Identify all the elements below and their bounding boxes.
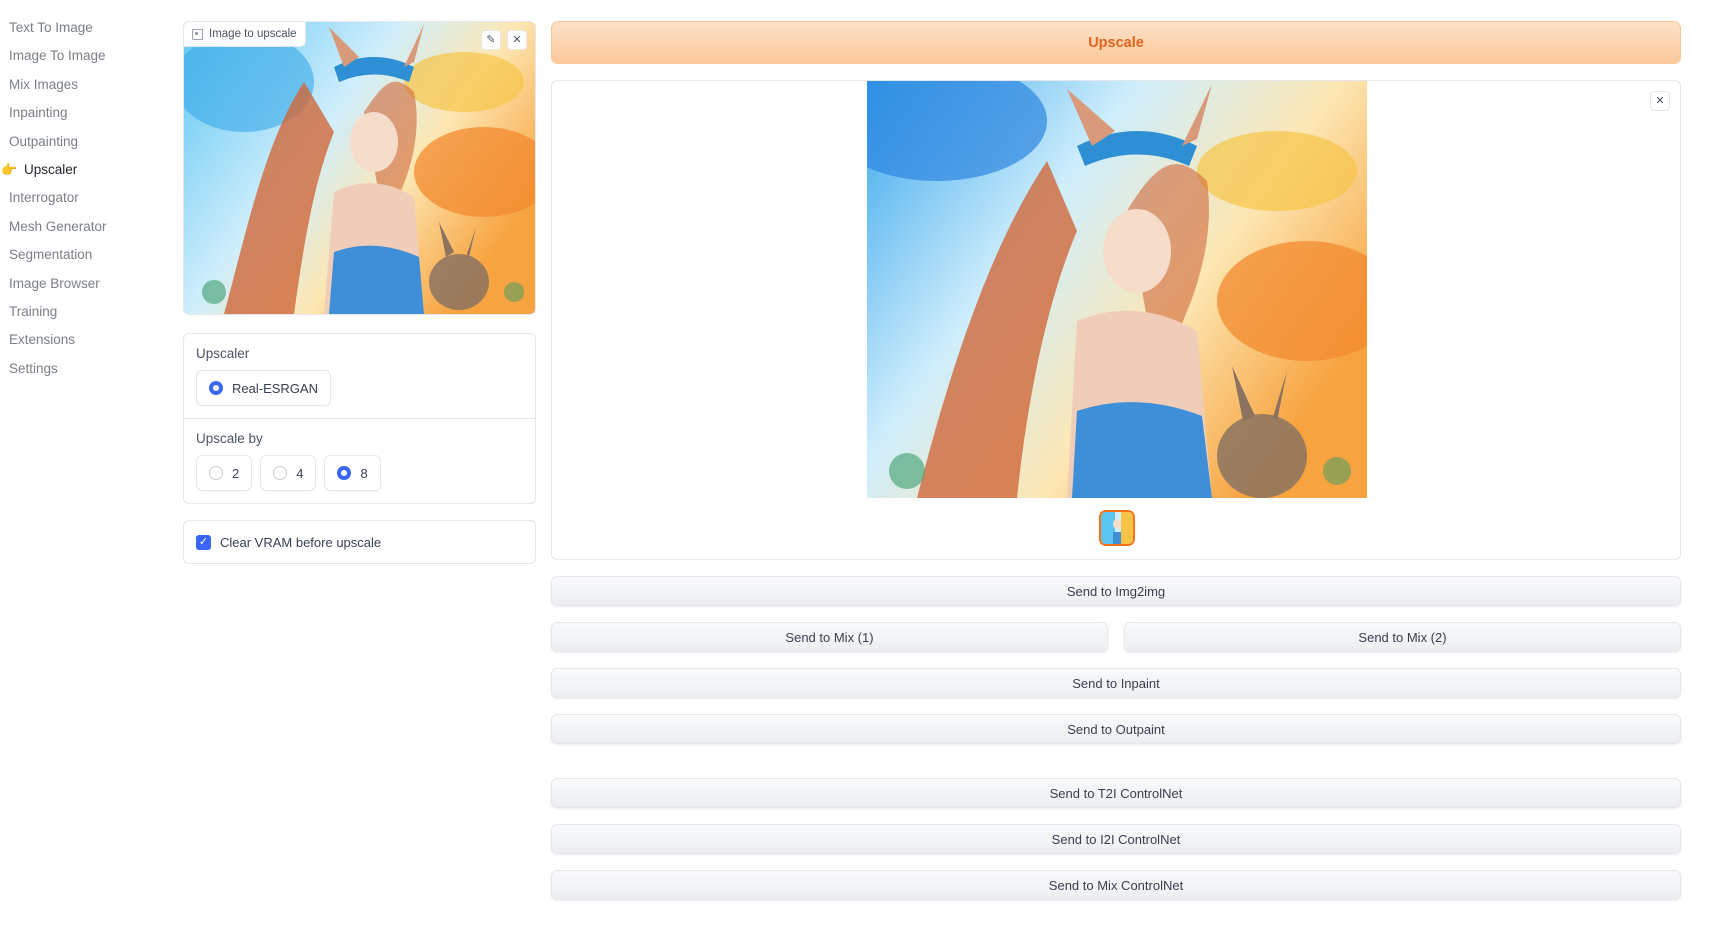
- sidebar-item-label: Training: [9, 303, 58, 319]
- sidebar-item-interrogator[interactable]: Interrogator: [0, 184, 150, 212]
- radio-unselected-icon: [273, 466, 288, 480]
- image-input-dropzone[interactable]: Image to upscale ✎ ✕: [183, 21, 536, 315]
- send-to-mix-row: Send to Mix (1) Send to Mix (2): [551, 622, 1681, 652]
- upscale-by-section: Upscale by 2 4 8: [184, 418, 535, 503]
- sidebar-item-label: Upscaler: [24, 161, 78, 177]
- sidebar-item-outpainting[interactable]: Outpainting: [0, 128, 150, 156]
- send-to-img2img-button[interactable]: Send to Img2img: [551, 576, 1681, 606]
- sidebar-item-label: Mix Images: [9, 76, 79, 92]
- checkbox-checked-icon[interactable]: ✓: [196, 534, 211, 550]
- upscale-settings-column: Image to upscale ✎ ✕ Upscaler Real-ESRGA…: [183, 21, 536, 564]
- sidebar-item-label: Mesh Generator: [9, 218, 107, 234]
- upscaler-options-panel: Upscaler Real-ESRGAN Upscale by 2 4 8: [183, 333, 536, 504]
- upscale-by-title: Upscale by: [196, 431, 263, 446]
- image-input-label: Image to upscale: [184, 22, 306, 47]
- input-image-preview: [184, 22, 535, 314]
- sidebar-nav: Text To Image Image To Image Mix Images …: [0, 14, 150, 383]
- output-column: Upscale ✕ Send to Img2img Send to Mix (1…: [551, 21, 1681, 900]
- sidebar-item-image-to-image[interactable]: Image To Image: [0, 42, 150, 70]
- upscaler-option-real-esrgan[interactable]: Real-ESRGAN: [196, 370, 331, 406]
- image-input-label-text: Image to upscale: [209, 28, 297, 40]
- sidebar-item-label: Outpainting: [9, 133, 79, 149]
- output-image[interactable]: [867, 81, 1367, 498]
- send-to-mix-1-button[interactable]: Send to Mix (1): [551, 622, 1108, 652]
- output-gallery: ✕: [551, 80, 1681, 560]
- upscaler-section: Upscaler Real-ESRGAN: [184, 334, 535, 418]
- clear-gallery-button[interactable]: ✕: [1650, 91, 1670, 111]
- clear-vram-option[interactable]: ✓ Clear VRAM before upscale: [183, 520, 536, 564]
- upscaler-radio-group: Real-ESRGAN: [196, 370, 523, 406]
- sidebar-item-upscaler[interactable]: 👉 Upscaler: [0, 156, 150, 184]
- upscaler-option-label: Real-ESRGAN: [232, 380, 318, 396]
- sidebar-item-mix-images[interactable]: Mix Images: [0, 71, 150, 99]
- sidebar-item-inpainting[interactable]: Inpainting: [0, 99, 150, 127]
- send-to-inpaint-button[interactable]: Send to Inpaint: [551, 668, 1681, 698]
- upscale-by-radio-group: 2 4 8: [196, 455, 523, 491]
- sidebar-item-label: Settings: [9, 360, 58, 376]
- sidebar-item-label: Extensions: [9, 332, 76, 348]
- send-to-mix-2-button[interactable]: Send to Mix (2): [1124, 622, 1681, 652]
- send-to-t2i-controlnet-button[interactable]: Send to T2I ControlNet: [551, 778, 1681, 808]
- sidebar-item-label: Segmentation: [9, 247, 93, 263]
- sidebar-item-training[interactable]: Training: [0, 298, 150, 326]
- upscale-button[interactable]: Upscale: [551, 21, 1681, 64]
- clear-image-button[interactable]: ✕: [507, 30, 527, 50]
- sidebar-item-label: Image Browser: [9, 275, 100, 291]
- radio-selected-icon: [337, 466, 352, 480]
- pencil-icon: ✎: [486, 34, 496, 46]
- sidebar-item-mesh-generator[interactable]: Mesh Generator: [0, 213, 150, 241]
- upscale-by-option-4[interactable]: 4: [260, 455, 317, 491]
- send-to-outpaint-button[interactable]: Send to Outpaint: [551, 714, 1681, 744]
- sidebar-item-settings[interactable]: Settings: [0, 355, 150, 383]
- send-to-i2i-controlnet-button[interactable]: Send to I2I ControlNet: [551, 824, 1681, 854]
- sidebar-item-text-to-image[interactable]: Text To Image: [0, 14, 150, 42]
- close-icon: ✕: [1655, 95, 1665, 107]
- sidebar-item-extensions[interactable]: Extensions: [0, 326, 150, 354]
- close-icon: ✕: [512, 34, 522, 46]
- upscaler-title: Upscaler: [196, 346, 250, 361]
- send-to-mix-controlnet-button[interactable]: Send to Mix ControlNet: [551, 870, 1681, 900]
- sidebar-item-label: Inpainting: [9, 105, 68, 121]
- upscale-by-option-2[interactable]: 2: [196, 455, 253, 491]
- sidebar-item-segmentation[interactable]: Segmentation: [0, 241, 150, 269]
- radio-selected-icon: [209, 381, 223, 395]
- thumbnail-image: [1101, 512, 1133, 544]
- upscale-by-option-label: 8: [360, 465, 368, 481]
- image-icon: [192, 28, 203, 40]
- edit-image-button[interactable]: ✎: [481, 30, 501, 50]
- upscale-by-option-label: 2: [232, 465, 240, 481]
- sidebar-item-label: Image To Image: [9, 48, 106, 64]
- upscale-by-option-label: 4: [296, 465, 304, 481]
- upscale-by-option-8[interactable]: 8: [324, 455, 381, 491]
- clear-vram-label: Clear VRAM before upscale: [220, 534, 382, 550]
- sidebar-item-image-browser[interactable]: Image Browser: [0, 270, 150, 298]
- pointing-hand-icon: 👉: [1, 161, 18, 177]
- sidebar-item-label: Text To Image: [9, 20, 93, 35]
- gallery-thumbnail[interactable]: [1099, 510, 1135, 546]
- radio-unselected-icon: [209, 466, 223, 480]
- sidebar-item-label: Interrogator: [9, 190, 79, 206]
